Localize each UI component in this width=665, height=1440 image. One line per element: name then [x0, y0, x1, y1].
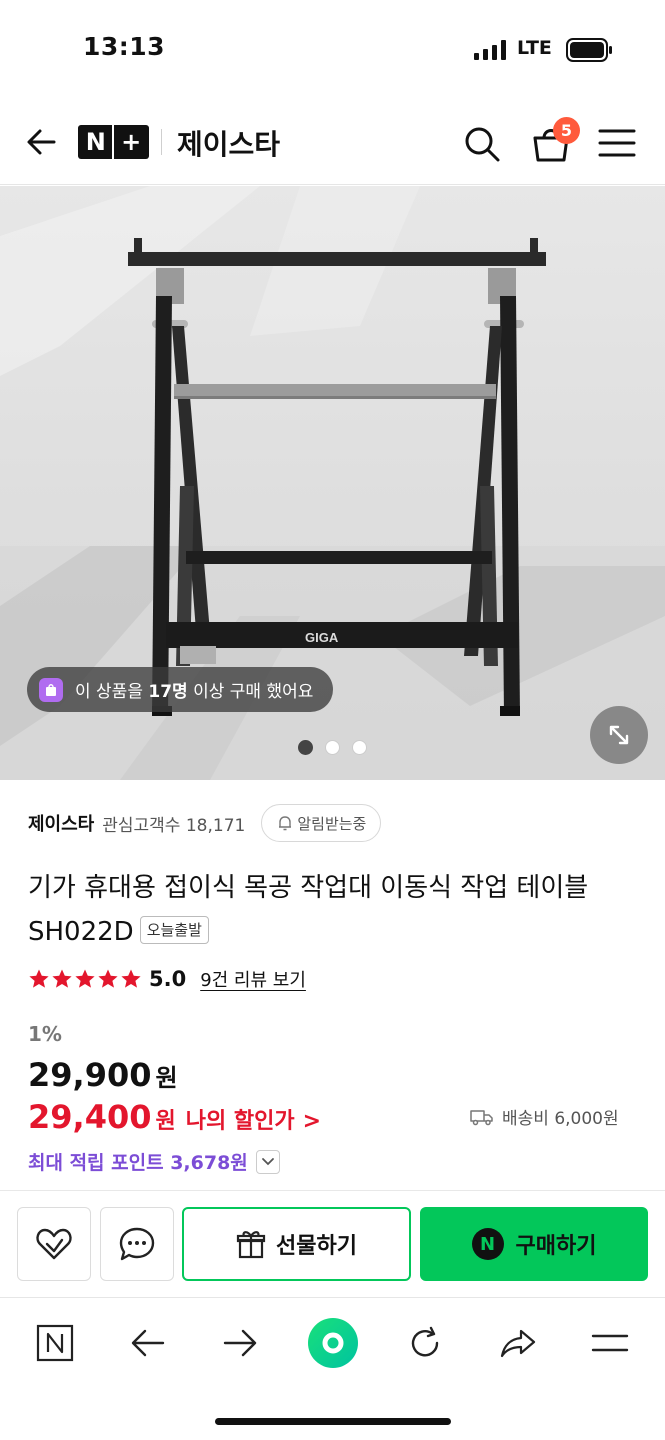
product-title: 기가 휴대용 접이식 목공 작업대 이동식 작업 테이블 SH022D	[28, 873, 589, 947]
rating-stars	[28, 968, 143, 990]
page-dot-1[interactable]	[298, 740, 313, 755]
product-brand-mark: GIGA	[305, 630, 339, 645]
interest-count: 관심고객수 18,171	[102, 815, 246, 836]
review-link[interactable]: 9건 리뷰 보기	[200, 966, 306, 992]
share-button[interactable]	[493, 1318, 543, 1368]
bell-icon	[279, 816, 292, 831]
my-discount-price[interactable]: 29,400 원 나의 할인가 >	[28, 1098, 321, 1136]
header-divider	[161, 129, 162, 155]
image-pagination	[298, 740, 367, 755]
heart-icon	[36, 1228, 72, 1260]
product-image-gallery[interactable]: GIGA 이 상품을 17명 이상 구매 했어요	[0, 186, 665, 780]
arrow-right-icon	[223, 1329, 257, 1357]
gift-label: 선물하기	[276, 1234, 357, 1259]
star-icon	[98, 969, 118, 988]
browser-menu-button[interactable]	[585, 1318, 635, 1368]
section-divider	[0, 1190, 665, 1191]
chat-bubble-icon	[119, 1227, 155, 1261]
expand-icon	[609, 725, 629, 745]
logo-separator	[112, 125, 115, 159]
chevron-down-icon[interactable]	[255, 1149, 280, 1174]
rating-value: 5.0	[149, 967, 187, 991]
star-icon	[121, 969, 141, 988]
chevron-right-icon: >	[302, 1109, 322, 1134]
buy-label: 구매하기	[515, 1234, 597, 1259]
page-dot-2[interactable]	[325, 740, 340, 755]
talk-talk-button[interactable]	[100, 1207, 174, 1281]
logo-plus: +	[121, 128, 142, 156]
store-name[interactable]: 제이스타	[28, 810, 94, 836]
purchase-action-bar: 선물하기 N 구매하기	[0, 1192, 665, 1296]
buy-button[interactable]: N 구매하기	[420, 1207, 648, 1281]
logo-n: N	[85, 128, 106, 156]
my-price-value: 29,400	[28, 1098, 152, 1136]
shopping-bag-icon	[39, 677, 63, 702]
share-icon	[500, 1329, 536, 1358]
store-title[interactable]: 제이스타	[177, 123, 280, 163]
wishlist-button[interactable]	[17, 1207, 91, 1281]
naver-pay-icon: N	[471, 1228, 504, 1260]
alarm-label: 알림받는중	[297, 814, 367, 833]
green-dot-icon	[308, 1318, 358, 1368]
naver-n-icon	[36, 1324, 74, 1362]
rating-row: 5.0 9건 리뷰 보기	[28, 966, 306, 992]
browser-forward-button[interactable]	[215, 1318, 265, 1368]
today-shipping-badge: 오늘출발	[139, 915, 209, 944]
original-price-unit: 원	[155, 1064, 178, 1092]
discount-rate: 1%	[28, 1022, 62, 1046]
max-points-row[interactable]: 최대 적립 포인트 3,678원	[28, 1148, 280, 1175]
truck-icon	[470, 1109, 493, 1125]
reload-icon	[411, 1326, 439, 1357]
naver-plus-logo[interactable]: N +	[78, 125, 149, 159]
browser-toolbar	[0, 1297, 665, 1440]
menu-lines-icon	[591, 1334, 629, 1352]
home-indicator[interactable]	[215, 1418, 451, 1425]
page-dot-3[interactable]	[352, 740, 367, 755]
shipping-fee-text: 배송비 6,000원	[502, 1109, 619, 1129]
signal-icon	[474, 40, 506, 60]
network-type: LTE	[517, 37, 552, 59]
status-time: 13:13	[83, 32, 166, 61]
reload-button[interactable]	[400, 1318, 450, 1368]
status-bar: 13:13 LTE	[0, 0, 665, 100]
back-arrow-icon[interactable]	[24, 124, 60, 160]
gift-icon	[236, 1231, 266, 1259]
alarm-subscribe-button[interactable]: 알림받는중	[261, 804, 382, 842]
original-price-value: 29,900	[28, 1056, 152, 1094]
menu-icon[interactable]	[598, 127, 636, 159]
purchase-count-notice: 이 상품을 17명 이상 구매 했어요	[27, 667, 334, 712]
star-icon	[75, 969, 95, 988]
naver-home-button[interactable]	[30, 1318, 80, 1368]
star-icon	[52, 969, 72, 988]
my-price-unit: 원	[155, 1109, 176, 1134]
original-price: 29,900 원	[28, 1056, 178, 1094]
green-dot-button[interactable]	[305, 1315, 361, 1371]
expand-image-button[interactable]	[590, 706, 648, 764]
store-info-row: 제이스타 관심고객수 18,171 알림받는중	[28, 804, 382, 842]
product-title-block: 기가 휴대용 접이식 목공 작업대 이동식 작업 테이블 SH022D 오늘출발	[28, 866, 648, 954]
gift-button[interactable]: 선물하기	[182, 1207, 411, 1281]
purchase-notice-text: 이 상품을 17명 이상 구매 했어요	[75, 682, 314, 702]
arrow-left-icon	[131, 1329, 165, 1357]
cart-count-badge: 5	[553, 117, 580, 144]
battery-icon	[566, 38, 612, 62]
max-points-text: 최대 적립 포인트 3,678원	[28, 1152, 248, 1174]
browser-back-button[interactable]	[123, 1318, 173, 1368]
my-price-label: 나의 할인가	[185, 1109, 295, 1134]
star-icon	[29, 969, 49, 988]
shipping-fee: 배송비 6,000원	[470, 1104, 619, 1129]
search-icon[interactable]	[462, 124, 502, 164]
